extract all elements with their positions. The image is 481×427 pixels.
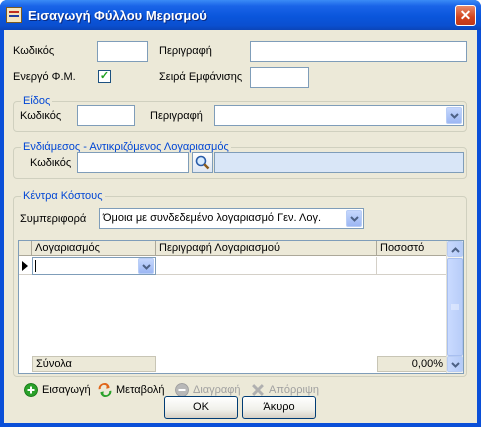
modify-label: Μεταβολή <box>116 384 165 396</box>
allocation-grid[interactable]: Λογαριασμός Περιγραφή Λογαριασμού Ποσοστ… <box>18 240 464 374</box>
type-description-label: Περιγραφή <box>150 110 203 122</box>
dialog-client: Κωδικός Περιγραφή Ενεργό Φ.Μ. ✓ Σειρά Εμ… <box>4 30 477 423</box>
cost-centers-group-title: Κέντρα Κόστους <box>21 190 105 202</box>
active-label: Ενεργό Φ.Μ. <box>13 71 76 83</box>
type-group-title: Είδος <box>21 95 53 107</box>
chevron-down-icon[interactable] <box>447 356 463 372</box>
row-selector-header <box>19 241 32 256</box>
intermediate-account-group: Ενδιάμεσος - Αντικριζόμενος Λογαριασμός … <box>13 141 467 179</box>
column-header-percent[interactable]: Ποσοστό <box>377 241 447 256</box>
minus-circle-icon <box>175 383 189 397</box>
sheet-icon <box>6 7 22 23</box>
type-code-label: Κωδικός <box>20 110 62 122</box>
type-code-field[interactable] <box>77 105 135 126</box>
dialog-window: Εισαγωγή Φύλλου Μερισμού ✕ Κωδικός Περιγ… <box>0 0 481 427</box>
totals-label: Σύνολα <box>32 356 156 372</box>
account-cell-combo[interactable] <box>32 257 156 275</box>
behavior-label: Συμπεριφορά <box>20 213 87 225</box>
reject-label: Απόρριψη <box>269 384 319 396</box>
description-field[interactable] <box>250 41 467 62</box>
table-row[interactable] <box>19 257 447 275</box>
column-header-description[interactable]: Περιγραφή Λογαριασμού <box>156 241 377 256</box>
code-field[interactable] <box>97 41 148 62</box>
code-label: Κωδικός <box>13 45 55 57</box>
behavior-combo[interactable]: Όμοια με συνδεδεμένο λογαριασμό Γεν. Λογ… <box>99 208 364 229</box>
intermediate-code-field[interactable] <box>77 152 189 173</box>
intermediate-code-label: Κωδικός <box>30 157 72 169</box>
row-pointer-icon <box>22 261 28 271</box>
insert-label: Εισαγωγή <box>42 384 91 396</box>
chevron-down-icon[interactable] <box>138 258 154 274</box>
search-button[interactable] <box>192 152 213 173</box>
ok-button[interactable]: OK <box>164 396 238 419</box>
behavior-value: Όμοια με συνδεδεμένο λογαριασμό Γεν. Λογ… <box>103 212 322 224</box>
plus-circle-icon <box>24 383 38 397</box>
active-checkbox[interactable]: ✓ <box>98 70 111 83</box>
intermediate-description-field <box>214 152 464 173</box>
cancel-button[interactable]: Άκυρο <box>242 396 316 419</box>
description-label: Περιγραφή <box>159 45 212 57</box>
x-icon <box>251 383 265 397</box>
refresh-icon <box>98 383 112 397</box>
type-group: Είδος Κωδικός Περιγραφή <box>13 95 467 132</box>
delete-label: Διαγραφή <box>193 384 241 396</box>
chevron-down-icon[interactable] <box>346 210 362 227</box>
magnifier-icon <box>195 155 210 170</box>
scrollbar-thumb[interactable] <box>447 258 463 356</box>
display-order-field[interactable] <box>250 67 309 88</box>
grid-vertical-scrollbar[interactable] <box>446 241 463 373</box>
close-button[interactable]: ✕ <box>455 5 476 26</box>
account-cell-value <box>35 260 36 272</box>
insert-button[interactable]: Εισαγωγή <box>24 382 92 400</box>
title-bar[interactable]: Εισαγωγή Φύλλου Μερισμού ✕ <box>0 0 481 30</box>
totals-value: 0,00% <box>377 356 447 372</box>
type-description-combo[interactable] <box>214 105 464 126</box>
chevron-down-icon[interactable] <box>446 107 462 124</box>
column-header-account[interactable]: Λογαριασμός <box>32 241 156 256</box>
description-cell[interactable] <box>156 257 377 275</box>
modify-button[interactable]: Μεταβολή <box>98 382 168 400</box>
window-title: Εισαγωγή Φύλλου Μερισμού <box>28 8 207 23</box>
percent-cell[interactable] <box>377 257 447 275</box>
display-order-label: Σειρά Εμφάνισης <box>159 71 243 83</box>
chevron-up-icon[interactable] <box>447 241 463 257</box>
